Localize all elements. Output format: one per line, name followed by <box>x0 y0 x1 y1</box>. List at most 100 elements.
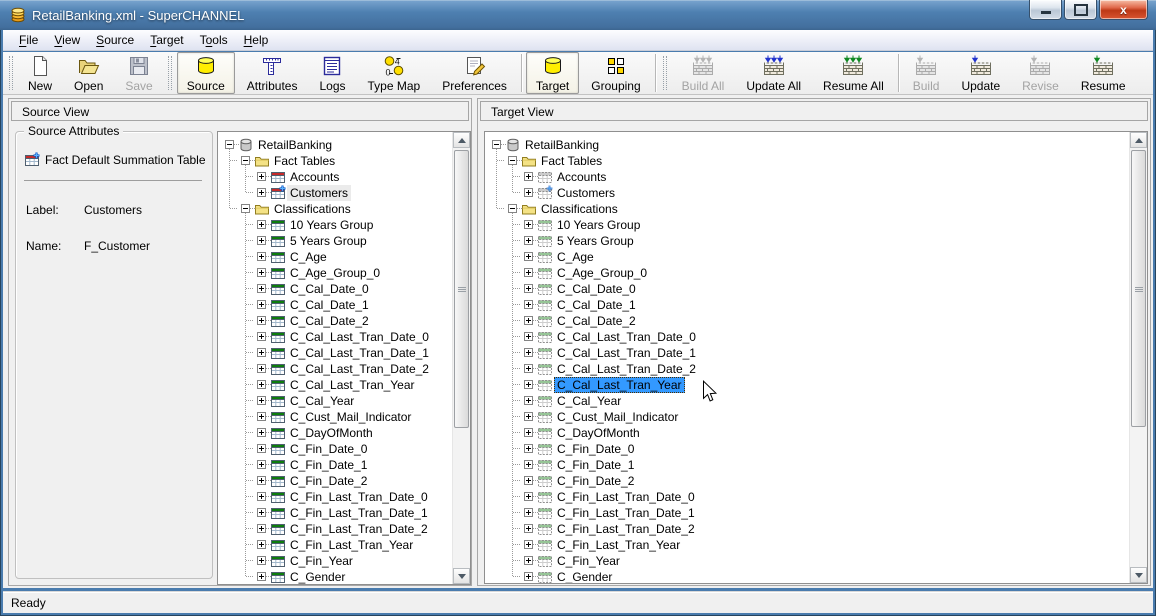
target-button[interactable]: Target <box>526 52 579 94</box>
tree-item-c-cal-last-tran-date-1[interactable]: C_Cal_Last_Tran_Date_1 <box>489 345 1127 361</box>
expand-icon[interactable] <box>257 252 266 261</box>
build-button[interactable]: Build <box>903 52 950 94</box>
tree-item-c-fin-last-tran-date-0[interactable]: C_Fin_Last_Tran_Date_0 <box>489 489 1127 505</box>
menu-target[interactable]: Target <box>142 30 191 50</box>
expand-icon[interactable] <box>524 412 533 421</box>
tree-item-c-cust-mail-indicator[interactable]: C_Cust_Mail_Indicator <box>489 409 1127 425</box>
save-button[interactable]: Save <box>115 52 162 94</box>
tree-item-c-cal-last-tran-year[interactable]: C_Cal_Last_Tran_Year <box>222 377 450 393</box>
toolbar-grip[interactable] <box>168 56 172 90</box>
expand-icon[interactable] <box>524 268 533 277</box>
tree-item-10-years-group[interactable]: 10 Years Group <box>489 217 1127 233</box>
close-button[interactable]: x <box>1099 0 1148 20</box>
expand-icon[interactable] <box>257 220 266 229</box>
expand-icon[interactable] <box>257 428 266 437</box>
tree-item-c-fin-last-tran-date-2[interactable]: C_Fin_Last_Tran_Date_2 <box>222 521 450 537</box>
tree-item-c-fin-last-tran-year[interactable]: C_Fin_Last_Tran_Year <box>489 537 1127 553</box>
source-scrollbar[interactable] <box>452 132 470 584</box>
expand-icon[interactable] <box>524 172 533 181</box>
expand-icon[interactable] <box>257 444 266 453</box>
tree-item-c-cal-last-tran-date-0[interactable]: C_Cal_Last_Tran_Date_0 <box>222 329 450 345</box>
type-map-button[interactable]: 40Type Map <box>358 52 431 94</box>
expand-icon[interactable] <box>257 348 266 357</box>
tree-item-c-fin-year[interactable]: C_Fin_Year <box>489 553 1127 569</box>
menu-source[interactable]: Source <box>88 30 142 50</box>
expand-icon[interactable] <box>257 300 266 309</box>
tree-item-c-age[interactable]: C_Age <box>489 249 1127 265</box>
expand-icon[interactable] <box>524 540 533 549</box>
menu-file[interactable]: File <box>11 30 46 50</box>
open-button[interactable]: Open <box>64 52 113 94</box>
expand-icon[interactable] <box>524 348 533 357</box>
collapse-icon[interactable] <box>508 156 517 165</box>
tree-item-c-fin-last-tran-date-2[interactable]: C_Fin_Last_Tran_Date_2 <box>489 521 1127 537</box>
resume-all-button[interactable]: Resume All <box>813 52 894 94</box>
tree-item-fact-tables[interactable]: Fact Tables <box>222 153 450 169</box>
expand-icon[interactable] <box>257 460 266 469</box>
menu-help[interactable]: Help <box>236 30 277 50</box>
tree-item-c-fin-date-0[interactable]: C_Fin_Date_0 <box>489 441 1127 457</box>
tree-item-c-cal-last-tran-date-2[interactable]: C_Cal_Last_Tran_Date_2 <box>489 361 1127 377</box>
tree-item-c-age-group-0[interactable]: C_Age_Group_0 <box>222 265 450 281</box>
expand-icon[interactable] <box>524 188 533 197</box>
expand-icon[interactable] <box>257 508 266 517</box>
menu-tools[interactable]: Tools <box>192 30 236 50</box>
tree-item-c-age-group-0[interactable]: C_Age_Group_0 <box>489 265 1127 281</box>
tree-item-retailbanking[interactable]: RetailBanking <box>222 137 450 153</box>
expand-icon[interactable] <box>257 364 266 373</box>
tree-item-c-fin-last-tran-date-1[interactable]: C_Fin_Last_Tran_Date_1 <box>222 505 450 521</box>
scroll-up-button[interactable] <box>453 132 470 148</box>
expand-icon[interactable] <box>257 268 266 277</box>
revise-button[interactable]: Revise <box>1012 52 1069 94</box>
tree-item-accounts[interactable]: Accounts <box>489 169 1127 185</box>
scrollbar-thumb[interactable] <box>454 150 469 428</box>
expand-icon[interactable] <box>524 332 533 341</box>
expand-icon[interactable] <box>524 252 533 261</box>
expand-icon[interactable] <box>257 572 266 581</box>
tree-item-5-years-group[interactable]: 5 Years Group <box>222 233 450 249</box>
source-button[interactable]: Source <box>177 52 235 94</box>
update-all-button[interactable]: Update All <box>736 52 811 94</box>
expand-icon[interactable] <box>257 412 266 421</box>
tree-item-c-cal-date-2[interactable]: C_Cal_Date_2 <box>222 313 450 329</box>
title-bar[interactable]: RetailBanking.xml - SuperCHANNEL x <box>0 0 1156 30</box>
expand-icon[interactable] <box>524 428 533 437</box>
expand-icon[interactable] <box>524 316 533 325</box>
maximize-button[interactable] <box>1064 0 1097 20</box>
expand-icon[interactable] <box>257 476 266 485</box>
tree-item-c-fin-date-2[interactable]: C_Fin_Date_2 <box>222 473 450 489</box>
tree-item-fact-tables[interactable]: Fact Tables <box>489 153 1127 169</box>
scroll-down-button[interactable] <box>453 568 470 584</box>
new-button[interactable]: New <box>18 52 62 94</box>
expand-icon[interactable] <box>257 188 266 197</box>
collapse-icon[interactable] <box>492 140 501 149</box>
expand-icon[interactable] <box>524 508 533 517</box>
target-scrollbar[interactable] <box>1129 132 1147 583</box>
toolbar-grip[interactable] <box>9 56 13 90</box>
attributes-button[interactable]: Attributes <box>237 52 308 94</box>
expand-icon[interactable] <box>524 396 533 405</box>
expand-icon[interactable] <box>524 300 533 309</box>
tree-item-c-cal-year[interactable]: C_Cal_Year <box>489 393 1127 409</box>
tree-item-c-fin-date-2[interactable]: C_Fin_Date_2 <box>489 473 1127 489</box>
tree-item-c-fin-last-tran-date-1[interactable]: C_Fin_Last_Tran_Date_1 <box>489 505 1127 521</box>
preferences-button[interactable]: Preferences <box>432 52 517 94</box>
scroll-down-button[interactable] <box>1130 567 1147 583</box>
expand-icon[interactable] <box>524 524 533 533</box>
expand-icon[interactable] <box>524 444 533 453</box>
tree-item-c-cal-date-1[interactable]: C_Cal_Date_1 <box>489 297 1127 313</box>
update-button[interactable]: Update <box>951 52 1010 94</box>
expand-icon[interactable] <box>524 492 533 501</box>
tree-item-c-cal-year[interactable]: C_Cal_Year <box>222 393 450 409</box>
tree-item-c-dayofmonth[interactable]: C_DayOfMonth <box>489 425 1127 441</box>
expand-icon[interactable] <box>257 284 266 293</box>
tree-item-retailbanking[interactable]: RetailBanking <box>489 137 1127 153</box>
tree-item-c-fin-date-1[interactable]: C_Fin_Date_1 <box>489 457 1127 473</box>
expand-icon[interactable] <box>257 556 266 565</box>
expand-icon[interactable] <box>257 396 266 405</box>
tree-item-c-fin-last-tran-date-0[interactable]: C_Fin_Last_Tran_Date_0 <box>222 489 450 505</box>
tree-item-c-cal-date-0[interactable]: C_Cal_Date_0 <box>222 281 450 297</box>
tree-item-classifications[interactable]: Classifications <box>489 201 1127 217</box>
collapse-icon[interactable] <box>508 204 517 213</box>
expand-icon[interactable] <box>257 524 266 533</box>
